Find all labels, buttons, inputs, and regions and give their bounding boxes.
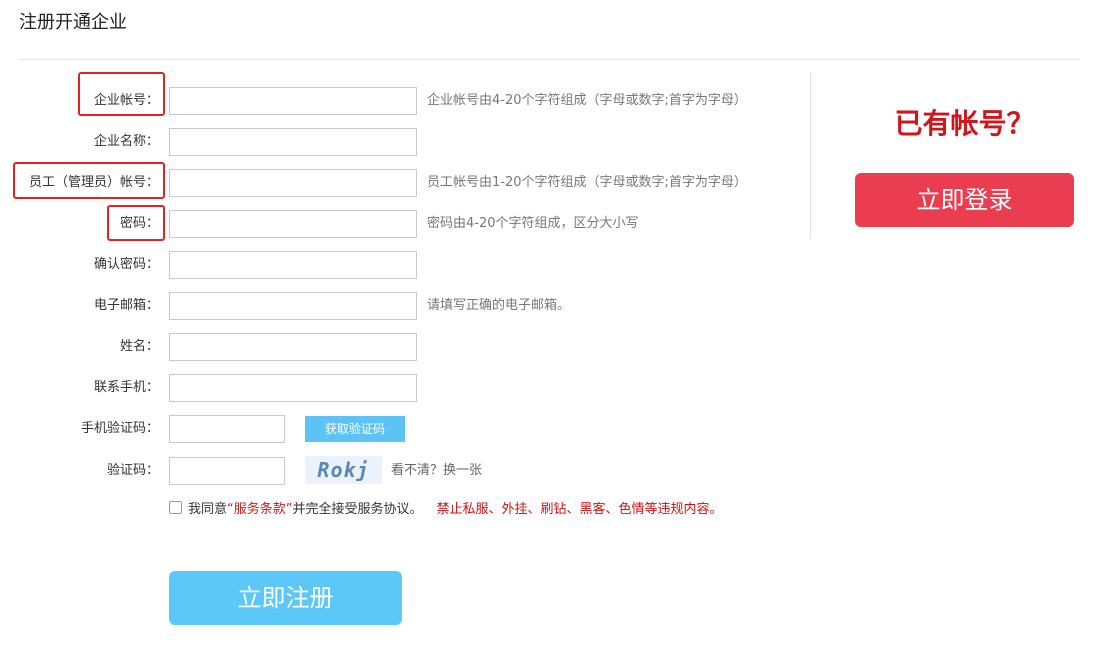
- enterprise-name-label: 企业名称：: [93, 134, 159, 149]
- highlight-password: [107, 205, 165, 241]
- enterprise-account-input[interactable]: [169, 87, 417, 115]
- form-row-email: 电子邮箱： 请填写正确的电子邮箱。: [0, 291, 800, 321]
- email-input[interactable]: [169, 292, 417, 320]
- sms-code-label: 手机验证码：: [80, 421, 159, 436]
- password-hint: 密码由4-20个字符组成，区分大小写: [427, 216, 639, 231]
- vertical-divider: [810, 72, 811, 239]
- enterprise-name-input[interactable]: [169, 128, 417, 156]
- agree-suffix: 并完全接受服务协议。: [292, 502, 423, 517]
- form-row-sms-code: 手机验证码： 获取验证码: [0, 414, 800, 444]
- content-warning: 禁止私服、外挂、刷钻、黑客、色情等违规内容。: [436, 502, 723, 517]
- confirm-password-input[interactable]: [169, 251, 417, 279]
- form-row-confirm-password: 确认密码：: [0, 250, 800, 280]
- admin-account-input[interactable]: [169, 169, 417, 197]
- captcha-input[interactable]: [169, 457, 285, 485]
- captcha-label: 验证码：: [106, 463, 159, 478]
- form-row-mobile: 联系手机：: [0, 373, 800, 403]
- page-title: 注册开通企业: [19, 12, 127, 33]
- agree-checkbox[interactable]: [169, 501, 182, 514]
- get-sms-code-button[interactable]: 获取验证码: [305, 416, 405, 442]
- name-input[interactable]: [169, 333, 417, 361]
- terms-link[interactable]: “服务条款”: [227, 502, 292, 517]
- captcha-refresh-link[interactable]: 看不清？换一张: [391, 456, 482, 486]
- sms-code-input[interactable]: [169, 415, 285, 443]
- title-divider: [18, 59, 1080, 60]
- register-button[interactable]: 立即注册: [169, 571, 402, 625]
- email-hint: 请填写正确的电子邮箱。: [427, 298, 571, 313]
- highlight-enterprise-account: [78, 72, 165, 116]
- mobile-label: 联系手机：: [93, 380, 159, 395]
- enterprise-account-hint: 企业帐号由4-20个字符组成（字母或数字;首字为字母）: [427, 93, 747, 108]
- mobile-input[interactable]: [169, 374, 417, 402]
- have-account-heading: 已有帐号？: [894, 107, 1035, 140]
- agreement-row: 我同意“服务条款”并完全接受服务协议。 禁止私服、外挂、刷钻、黑客、色情等违规内容…: [169, 500, 723, 520]
- highlight-admin-account: [13, 162, 165, 199]
- password-input[interactable]: [169, 210, 417, 238]
- login-button[interactable]: 立即登录: [855, 173, 1074, 227]
- form-row-captcha: 验证码： Rokj 看不清？换一张: [0, 456, 800, 486]
- admin-account-hint: 员工帐号由1-20个字符组成（字母或数字;首字为字母）: [427, 175, 747, 190]
- agree-prefix: 我同意: [188, 502, 228, 517]
- form-row-name: 姓名：: [0, 332, 800, 362]
- name-label: 姓名：: [119, 339, 159, 354]
- confirm-password-label: 确认密码：: [93, 257, 159, 272]
- form-row-enterprise-name: 企业名称：: [0, 127, 800, 157]
- email-label: 电子邮箱：: [93, 298, 159, 313]
- captcha-image[interactable]: Rokj: [305, 456, 382, 484]
